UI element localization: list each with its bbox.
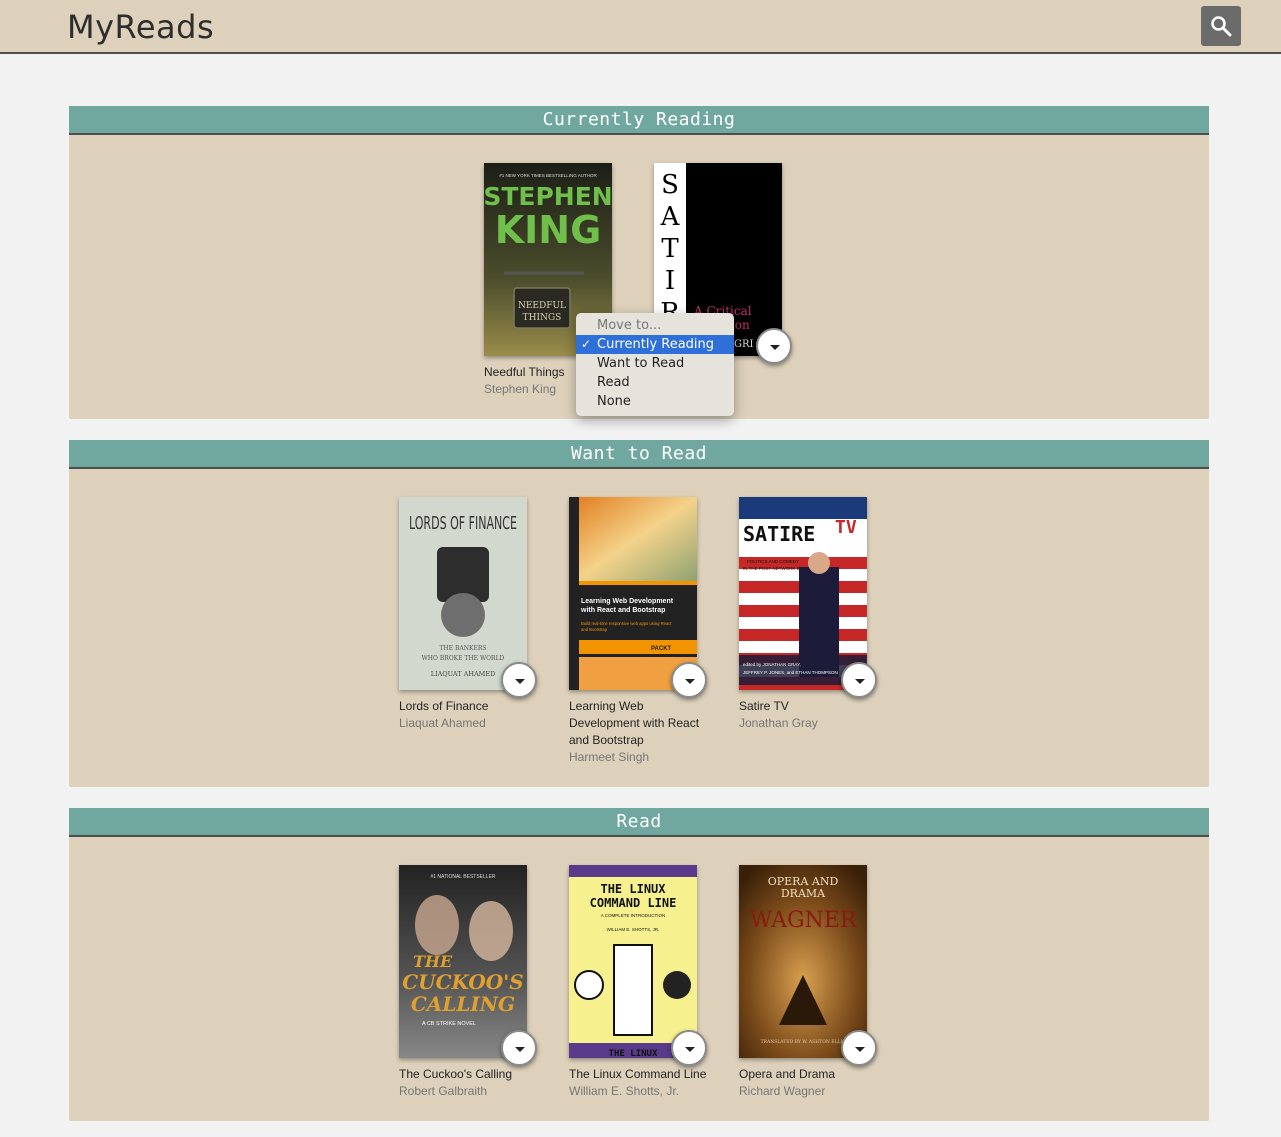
book-cover[interactable]: THE LINUX COMMAND LINE A COMPLETE INTROD…: [569, 865, 697, 1058]
app-title: MyReads: [67, 8, 215, 46]
menu-option-move-to: Move to...: [597, 318, 662, 333]
check-icon: ✓: [581, 337, 592, 351]
book-info: The Linux Command Line William E. Shotts…: [569, 1066, 719, 1100]
book-authors: Jonathan Gray: [739, 716, 818, 730]
shelf-changer-button[interactable]: [501, 662, 537, 698]
top-bar: MyReads: [0, 0, 1281, 54]
search-icon: [1211, 16, 1232, 37]
cover-subtitle: Build real-time responsive web apps usin…: [581, 621, 672, 626]
book-authors: Liaquat Ahamed: [399, 716, 486, 730]
shelf-changer-button[interactable]: [501, 1030, 537, 1066]
menu-option-none[interactable]: None: [576, 392, 734, 411]
cover-publisher: PACKT: [651, 646, 672, 652]
cover-subtitle: IN THE POST-NETWORK ERA: [743, 566, 806, 571]
book-title: Learning Web Development with React and …: [569, 698, 719, 749]
shelf-changer-button[interactable]: [841, 1030, 877, 1066]
cover-author: WILLIAM E. SHOTTS, JR.: [607, 927, 660, 932]
cover-title-line: COMMAND LINE: [590, 896, 677, 910]
cover-subtitle: and Bootstrap: [581, 627, 608, 632]
shelf-changer-button[interactable]: [841, 662, 877, 698]
book-info: Learning Web Development with React and …: [569, 698, 719, 766]
cover-art: SATIRE TV POLITICS AND COMEDY IN THE POS…: [739, 497, 867, 690]
book-info: Opera and Drama Richard Wagner: [739, 1066, 889, 1100]
book-cover[interactable]: #1 NATIONAL BESTSELLER THE CUCKOO'S CALL…: [399, 865, 527, 1058]
shelf-changer-button[interactable]: [671, 1030, 707, 1066]
cover-letter: I: [665, 266, 675, 296]
book-title-line: and Bootstrap: [569, 733, 644, 747]
book-authors: Richard Wagner: [739, 1084, 826, 1098]
cover-title-line: CUCKOO'S: [402, 970, 524, 994]
book-authors: Robert Galbraith: [399, 1084, 488, 1098]
cover-headline: LORDS OF FINANCE: [409, 513, 517, 534]
book-cover[interactable]: SATIRE TV POLITICS AND COMEDY IN THE POS…: [739, 497, 867, 690]
cover-title-line: CALLING: [411, 992, 515, 1016]
cover-title-word: TV: [835, 517, 857, 538]
shelf-title: Want to Read: [69, 440, 1209, 469]
cover-tagline: WHO BROKE THE WORLD: [422, 655, 505, 662]
menu-option-currently-reading[interactable]: ✓ Currently Reading: [576, 335, 734, 354]
cover-art: LORDS OF FINANCE THE BANKERS WHO BROKE T…: [399, 497, 527, 690]
cover-art: Learning Web Development with React and …: [569, 497, 697, 690]
cover-subtitle: A COMPLETE INTRODUCTION: [601, 913, 666, 918]
book-authors: Harmeet Singh: [569, 750, 650, 764]
cover-editors: edited by JONATHAN GRAY,: [743, 662, 801, 667]
book-title-line: Development with React: [569, 716, 700, 730]
book-title: The Cuckoo's Calling: [399, 1067, 513, 1081]
book-authors: William E. Shotts, Jr.: [569, 1084, 680, 1098]
book-info: The Cuckoo's Calling Robert Galbraith: [399, 1066, 549, 1100]
cover-letter: T: [661, 234, 679, 264]
cover-author: LIAQUAT AHAMED: [431, 670, 496, 678]
cover-art: #1 NATIONAL BESTSELLER THE CUCKOO'S CALL…: [399, 865, 527, 1058]
cover-title-repeat: THE LINUX: [609, 1049, 658, 1058]
book-info: Lords of Finance Liaquat Ahamed: [399, 698, 549, 732]
menu-option-read[interactable]: Read: [576, 373, 734, 392]
book-title: The Linux Command Line: [569, 1067, 707, 1081]
cover-sign1: NEEDFUL: [518, 301, 566, 311]
cover-author-line2: KING: [495, 208, 602, 252]
cover-art: THE LINUX COMMAND LINE A COMPLETE INTROD…: [569, 865, 697, 1058]
cover-title-word: SATIRE: [743, 522, 815, 546]
cover-art: OPERA AND DRAMA WAGNER TRANSLATED BY W. …: [739, 865, 867, 1058]
cover-kicker: #1 NATIONAL BESTSELLER: [430, 874, 495, 880]
cover-letter: S: [661, 170, 679, 200]
book-cover[interactable]: OPERA AND DRAMA WAGNER TRANSLATED BY W. …: [739, 865, 867, 1058]
book-cover[interactable]: Learning Web Development with React and …: [569, 497, 697, 690]
shelf-select-menu[interactable]: Move to... ✓ Currently Reading Want to Re…: [576, 313, 734, 416]
book-info: Satire TV Jonathan Gray: [739, 698, 889, 732]
menu-option-want-to-read[interactable]: Want to Read: [576, 354, 734, 373]
shelf-changer-button[interactable]: [671, 662, 707, 698]
book-cover[interactable]: LORDS OF FINANCE THE BANKERS WHO BROKE T…: [399, 497, 527, 690]
cover-subtitle: A CB STRIKE NOVEL: [422, 1021, 476, 1027]
book-title: Lords of Finance: [399, 699, 489, 713]
shelf-changer-button[interactable]: [756, 328, 792, 364]
cover-title-line: THE: [413, 952, 453, 971]
cover-author-line1: STEPHEN: [484, 182, 612, 211]
book-title-line: Learning Web: [569, 699, 644, 713]
cover-tagline: THE BANKERS: [439, 645, 486, 652]
cover-subtitle: POLITICS AND COMEDY: [747, 559, 799, 564]
cover-title-line: Learning Web Development: [581, 598, 674, 605]
cover-author: WAGNER: [750, 908, 858, 933]
shelf-title: Read: [69, 808, 1209, 837]
cover-title-line: with React and Bootstrap: [580, 607, 665, 614]
cover-title-line: DRAMA: [781, 887, 826, 900]
book-title: Opera and Drama: [739, 1067, 836, 1081]
shelf-title: Currently Reading: [69, 106, 1209, 135]
cover-title-line: THE LINUX: [600, 882, 666, 896]
cover-letter: A: [660, 202, 681, 232]
cover-kicker: #1 NEW YORK TIMES BESTSELLING AUTHOR: [499, 173, 597, 178]
cover-sign2: THINGS: [523, 313, 562, 323]
cover-translator: TRANSLATED BY W. ASHTON ELLIS: [761, 1039, 846, 1045]
search-button[interactable]: [1201, 6, 1241, 46]
book-title: Satire TV: [739, 699, 789, 713]
cover-author: GRI: [734, 339, 754, 350]
cover-editors: JEFFREY P. JONES, and ETHAN THOMPSON: [743, 670, 838, 675]
